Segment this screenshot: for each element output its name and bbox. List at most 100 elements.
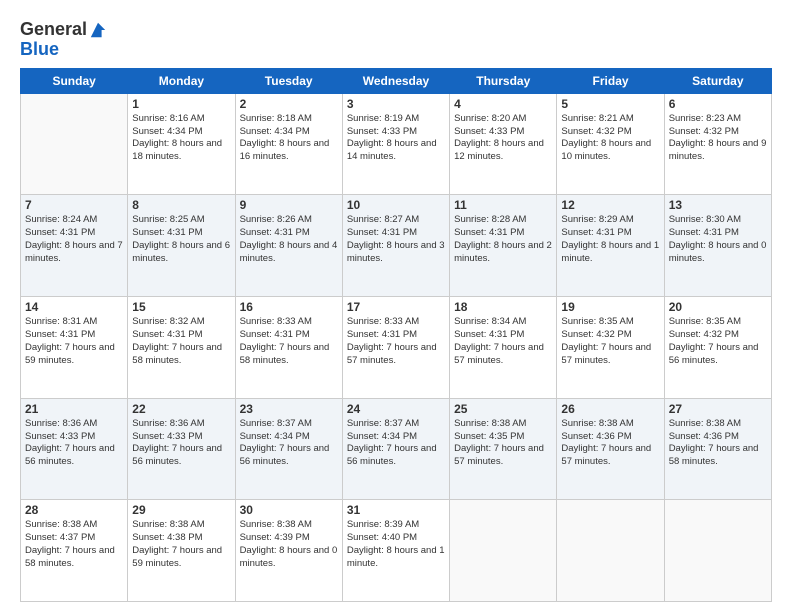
header: General Blue <box>20 16 772 60</box>
calendar-table: SundayMondayTuesdayWednesdayThursdayFrid… <box>20 68 772 602</box>
cell-date: 19 <box>561 300 659 314</box>
cell-date: 4 <box>454 97 552 111</box>
cell-date: 18 <box>454 300 552 314</box>
calendar-cell: 16Sunrise: 8:33 AMSunset: 4:31 PMDayligh… <box>235 297 342 399</box>
header-row: SundayMondayTuesdayWednesdayThursdayFrid… <box>21 68 772 93</box>
calendar-cell: 9Sunrise: 8:26 AMSunset: 4:31 PMDaylight… <box>235 195 342 297</box>
cell-date: 30 <box>240 503 338 517</box>
calendar-cell: 8 Sunrise: 8:25 AMSunset: 4:31 PMDaylight… <box>128 195 235 297</box>
calendar-cell: 6 Sunrise: 8:23 AMSunset: 4:32 PMDaylight… <box>664 93 771 195</box>
cell-date: 29 <box>132 503 230 517</box>
cell-info: Sunrise: 8:32 AMSunset: 4:31 PMDaylight:… <box>132 316 230 367</box>
cell-date: 22 <box>132 402 230 416</box>
cell-info: Sunrise: 8:23 AMSunset: 4:32 PMDaylight:… <box>669 113 767 164</box>
cell-date: 1 <box>132 97 230 111</box>
cell-info: Sunrise: 8:38 AMSunset: 4:35 PMDaylight:… <box>454 418 552 469</box>
cell-info: Sunrise: 8:37 AMSunset: 4:34 PMDaylight:… <box>240 418 338 469</box>
calendar-cell: 17Sunrise: 8:33 AMSunset: 4:31 PMDayligh… <box>342 297 449 399</box>
calendar-cell: 22 Sunrise: 8:36 AMSunset: 4:33 PMDayligh… <box>128 398 235 500</box>
logo-icon <box>89 21 107 39</box>
calendar-cell: 20 Sunrise: 8:35 AMSunset: 4:32 PMDayligh… <box>664 297 771 399</box>
cell-date: 20 <box>669 300 767 314</box>
cell-info: Sunrise: 8:20 AMSunset: 4:33 PMDaylight:… <box>454 113 552 164</box>
cell-date: 31 <box>347 503 445 517</box>
cell-info: Sunrise: 8:35 AMSunset: 4:32 PMDaylight:… <box>669 316 767 367</box>
cell-date: 16 <box>240 300 338 314</box>
calendar-cell: 24 Sunrise: 8:37 AMSunset: 4:34 PMDayligh… <box>342 398 449 500</box>
day-header-friday: Friday <box>557 68 664 93</box>
week-row-3: 14 Sunrise: 8:31 AMSunset: 4:31 PMDayligh… <box>21 297 772 399</box>
cell-info: Sunrise: 8:38 AMSunset: 4:37 PMDaylight:… <box>25 519 123 570</box>
cell-info: Sunrise: 8:24 AMSunset: 4:31 PMDaylight:… <box>25 214 123 265</box>
calendar-cell <box>450 500 557 602</box>
calendar-cell: 14 Sunrise: 8:31 AMSunset: 4:31 PMDayligh… <box>21 297 128 399</box>
cell-info: Sunrise: 8:38 AMSunset: 4:38 PMDaylight:… <box>132 519 230 570</box>
day-header-wednesday: Wednesday <box>342 68 449 93</box>
calendar-cell: 13 Sunrise: 8:30 AMSunset: 4:31 PMDayligh… <box>664 195 771 297</box>
page: General Blue SundayMondayTuesdayWednesda… <box>0 0 792 612</box>
cell-date: 26 <box>561 402 659 416</box>
cell-date: 21 <box>25 402 123 416</box>
cell-date: 9 <box>240 198 338 212</box>
cell-date: 12 <box>561 198 659 212</box>
week-row-4: 21 Sunrise: 8:36 AMSunset: 4:33 PMDayligh… <box>21 398 772 500</box>
cell-info: Sunrise: 8:29 AMSunset: 4:31 PMDaylight:… <box>561 214 659 265</box>
day-header-saturday: Saturday <box>664 68 771 93</box>
calendar-cell: 1 Sunrise: 8:16 AMSunset: 4:34 PMDaylight… <box>128 93 235 195</box>
cell-info: Sunrise: 8:30 AMSunset: 4:31 PMDaylight:… <box>669 214 767 265</box>
day-header-thursday: Thursday <box>450 68 557 93</box>
cell-date: 11 <box>454 198 552 212</box>
cell-date: 24 <box>347 402 445 416</box>
calendar-cell: 10 Sunrise: 8:27 AMSunset: 4:31 PMDayligh… <box>342 195 449 297</box>
calendar-cell: 18Sunrise: 8:34 AMSunset: 4:31 PMDayligh… <box>450 297 557 399</box>
calendar-cell: 4 Sunrise: 8:20 AMSunset: 4:33 PMDaylight… <box>450 93 557 195</box>
cell-date: 5 <box>561 97 659 111</box>
calendar-cell: 26 Sunrise: 8:38 AMSunset: 4:36 PMDayligh… <box>557 398 664 500</box>
cell-date: 15 <box>132 300 230 314</box>
cell-info: Sunrise: 8:27 AMSunset: 4:31 PMDaylight:… <box>347 214 445 265</box>
calendar-cell: 2 Sunrise: 8:18 AMSunset: 4:34 PMDaylight… <box>235 93 342 195</box>
calendar-cell: 29 Sunrise: 8:38 AMSunset: 4:38 PMDayligh… <box>128 500 235 602</box>
cell-info: Sunrise: 8:33 AMSunset: 4:31 PMDaylight:… <box>347 316 445 367</box>
week-row-2: 7 Sunrise: 8:24 AMSunset: 4:31 PMDaylight… <box>21 195 772 297</box>
cell-info: Sunrise: 8:28 AMSunset: 4:31 PMDaylight:… <box>454 214 552 265</box>
cell-date: 10 <box>347 198 445 212</box>
calendar-cell: 27Sunrise: 8:38 AMSunset: 4:36 PMDayligh… <box>664 398 771 500</box>
cell-info: Sunrise: 8:39 AMSunset: 4:40 PMDaylight:… <box>347 519 445 570</box>
day-header-monday: Monday <box>128 68 235 93</box>
cell-date: 13 <box>669 198 767 212</box>
calendar-cell: 25 Sunrise: 8:38 AMSunset: 4:35 PMDayligh… <box>450 398 557 500</box>
cell-date: 2 <box>240 97 338 111</box>
logo-general: General <box>20 20 87 40</box>
cell-info: Sunrise: 8:36 AMSunset: 4:33 PMDaylight:… <box>25 418 123 469</box>
cell-date: 28 <box>25 503 123 517</box>
calendar-cell: 11 Sunrise: 8:28 AMSunset: 4:31 PMDayligh… <box>450 195 557 297</box>
calendar-cell: 31 Sunrise: 8:39 AMSunset: 4:40 PMDayligh… <box>342 500 449 602</box>
calendar-cell <box>21 93 128 195</box>
cell-info: Sunrise: 8:25 AMSunset: 4:31 PMDaylight:… <box>132 214 230 265</box>
calendar-cell: 23 Sunrise: 8:37 AMSunset: 4:34 PMDayligh… <box>235 398 342 500</box>
calendar-cell: 30 Sunrise: 8:38 AMSunset: 4:39 PMDayligh… <box>235 500 342 602</box>
calendar-cell: 28 Sunrise: 8:38 AMSunset: 4:37 PMDayligh… <box>21 500 128 602</box>
cell-info: Sunrise: 8:38 AMSunset: 4:36 PMDaylight:… <box>561 418 659 469</box>
calendar-cell: 5Sunrise: 8:21 AMSunset: 4:32 PMDaylight… <box>557 93 664 195</box>
week-row-1: 1 Sunrise: 8:16 AMSunset: 4:34 PMDaylight… <box>21 93 772 195</box>
cell-date: 14 <box>25 300 123 314</box>
day-header-sunday: Sunday <box>21 68 128 93</box>
cell-info: Sunrise: 8:31 AMSunset: 4:31 PMDaylight:… <box>25 316 123 367</box>
cell-date: 23 <box>240 402 338 416</box>
cell-date: 25 <box>454 402 552 416</box>
cell-date: 6 <box>669 97 767 111</box>
cell-info: Sunrise: 8:37 AMSunset: 4:34 PMDaylight:… <box>347 418 445 469</box>
cell-info: Sunrise: 8:38 AMSunset: 4:39 PMDaylight:… <box>240 519 338 570</box>
calendar-cell <box>557 500 664 602</box>
calendar-cell <box>664 500 771 602</box>
day-header-tuesday: Tuesday <box>235 68 342 93</box>
cell-date: 3 <box>347 97 445 111</box>
cell-info: Sunrise: 8:16 AMSunset: 4:34 PMDaylight:… <box>132 113 230 164</box>
cell-date: 8 <box>132 198 230 212</box>
cell-info: Sunrise: 8:18 AMSunset: 4:34 PMDaylight:… <box>240 113 338 164</box>
cell-date: 7 <box>25 198 123 212</box>
cell-info: Sunrise: 8:19 AMSunset: 4:33 PMDaylight:… <box>347 113 445 164</box>
cell-info: Sunrise: 8:36 AMSunset: 4:33 PMDaylight:… <box>132 418 230 469</box>
